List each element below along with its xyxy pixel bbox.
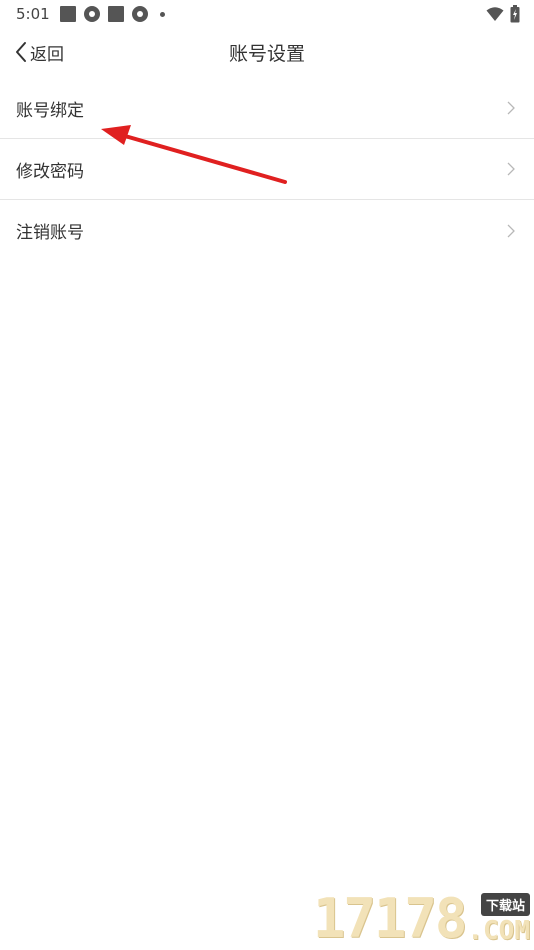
watermark-badge: 下载站 xyxy=(480,893,530,916)
chevron-right-icon xyxy=(507,162,515,176)
site-watermark: 17178 下载站 .COM xyxy=(313,892,530,946)
battery-charging-icon xyxy=(510,5,520,23)
settings-item-change-password[interactable]: 修改密码 xyxy=(0,139,534,200)
settings-item-account-binding[interactable]: 账号绑定 xyxy=(0,78,534,139)
system-icons xyxy=(486,5,520,23)
wifi-icon xyxy=(486,7,504,21)
square-notification-icon xyxy=(60,6,76,22)
ring-notification-icon xyxy=(132,6,148,22)
settings-item-label: 账号绑定 xyxy=(16,100,84,121)
watermark-digits: 17178 xyxy=(312,887,468,950)
status-bar: 5:01 xyxy=(0,0,534,28)
settings-item-label: 注销账号 xyxy=(16,223,84,243)
chevron-right-icon xyxy=(507,224,515,237)
square-notification-icon xyxy=(108,6,124,22)
chevron-right-icon xyxy=(507,101,515,115)
settings-item-label: 修改密码 xyxy=(16,161,84,182)
settings-item-delete-account[interactable]: 注销账号 xyxy=(0,200,534,261)
status-time: 5:01 xyxy=(16,5,50,23)
ring-notification-icon xyxy=(84,6,100,22)
watermark-suffix: .COM xyxy=(467,916,530,946)
page-title: 账号设置 xyxy=(228,43,305,65)
more-dot-icon xyxy=(160,11,165,17)
nav-bar: 返回 账号设置 xyxy=(0,28,534,76)
notification-icons xyxy=(60,6,165,22)
settings-list: 账号绑定 修改密码 注销账号 xyxy=(0,78,534,261)
